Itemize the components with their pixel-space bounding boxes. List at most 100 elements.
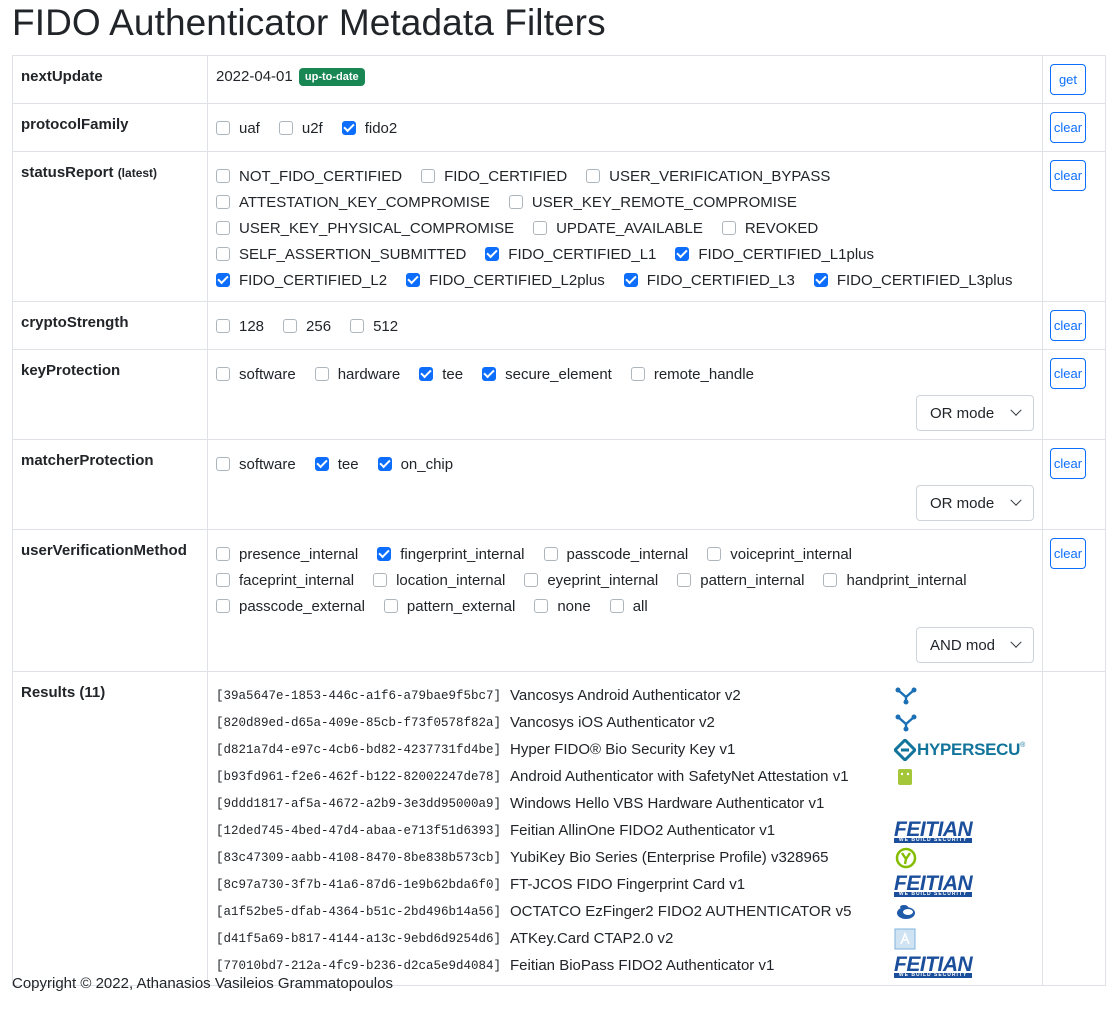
checkbox-checked[interactable] xyxy=(216,273,230,287)
result-name[interactable]: OCTATCO EzFinger2 FIDO2 AUTHENTICATOR v5 xyxy=(510,903,894,920)
checkbox-option[interactable]: USER_KEY_REMOTE_COMPROMISE xyxy=(508,194,797,211)
clear-button[interactable]: clear xyxy=(1050,448,1086,479)
checkbox-option[interactable]: handprint_internal xyxy=(823,572,967,589)
checkbox-option[interactable]: secure_element xyxy=(482,366,612,383)
checkbox-unchecked[interactable] xyxy=(216,599,230,613)
checkbox-unchecked[interactable] xyxy=(677,573,692,587)
checkbox-unchecked[interactable] xyxy=(278,121,293,135)
checkbox-option[interactable]: none xyxy=(534,598,591,615)
checkbox-checked[interactable] xyxy=(377,457,392,471)
checkbox-option[interactable]: USER_KEY_PHYSICAL_COMPROMISE xyxy=(216,220,514,237)
checkbox-checked[interactable] xyxy=(813,273,828,287)
checkbox-checked[interactable] xyxy=(377,547,392,561)
checkbox-option[interactable]: remote_handle xyxy=(630,366,754,383)
result-name[interactable]: FT-JCOS FIDO Fingerprint Card v1 xyxy=(510,876,894,893)
checkbox-unchecked[interactable] xyxy=(823,573,838,587)
checkbox-option[interactable]: pattern_internal xyxy=(677,572,804,589)
checkbox-unchecked[interactable] xyxy=(721,221,736,235)
checkbox-checked[interactable] xyxy=(485,247,500,261)
checkbox-option[interactable]: SELF_ASSERTION_SUBMITTED xyxy=(216,246,466,263)
result-name[interactable]: YubiKey Bio Series (Enterprise Profile) … xyxy=(510,849,894,866)
checkbox-unchecked[interactable] xyxy=(586,169,601,183)
checkbox-unchecked[interactable] xyxy=(533,221,548,235)
result-name[interactable]: Hyper FIDO® Bio Security Key v1 xyxy=(510,741,894,758)
checkbox-checked[interactable] xyxy=(623,273,638,287)
checkbox-option[interactable]: FIDO_CERTIFIED_L1plus xyxy=(675,246,874,263)
mode-select[interactable]: AND mod xyxy=(916,627,1034,663)
checkbox-unchecked[interactable] xyxy=(630,367,645,381)
checkbox-unchecked[interactable] xyxy=(421,169,436,183)
checkbox-option[interactable]: 256 xyxy=(283,318,331,335)
checkbox-option[interactable]: FIDO_CERTIFIED_L3plus xyxy=(813,272,1012,289)
checkbox-option[interactable]: eyeprint_internal xyxy=(524,572,658,589)
checkbox-unchecked[interactable] xyxy=(216,319,230,333)
checkbox-unchecked[interactable] xyxy=(314,367,329,381)
checkbox-option[interactable]: all xyxy=(609,598,648,615)
get-button[interactable]: get xyxy=(1050,64,1086,95)
checkbox-option[interactable]: hardware xyxy=(314,366,400,383)
checkbox-unchecked[interactable] xyxy=(383,599,398,613)
checkbox-option[interactable]: passcode_external xyxy=(216,598,365,615)
checkbox-option[interactable]: FIDO_CERTIFIED_L1 xyxy=(485,246,656,263)
checkbox-option[interactable]: FIDO_CERTIFIED_L2 xyxy=(216,272,387,289)
result-name[interactable]: ATKey.Card CTAP2.0 v2 xyxy=(510,930,894,947)
checkbox-option[interactable]: on_chip xyxy=(377,456,453,473)
checkbox-unchecked[interactable] xyxy=(283,319,298,333)
checkbox-option[interactable]: ATTESTATION_KEY_COMPROMISE xyxy=(216,194,490,211)
checkbox-unchecked[interactable] xyxy=(216,367,230,381)
checkbox-unchecked[interactable] xyxy=(216,573,230,587)
checkbox-unchecked[interactable] xyxy=(216,457,230,471)
checkbox-option[interactable]: FIDO_CERTIFIED_L2plus xyxy=(406,272,605,289)
result-name[interactable]: Vancosys Android Authenticator v2 xyxy=(510,687,894,704)
result-name[interactable]: Android Authenticator with SafetyNet Att… xyxy=(510,768,894,785)
checkbox-option[interactable]: 128 xyxy=(216,318,264,335)
mode-select[interactable]: OR mode xyxy=(916,395,1034,431)
checkbox-unchecked[interactable] xyxy=(534,599,549,613)
checkbox-option[interactable]: USER_VERIFICATION_BYPASS xyxy=(586,168,830,185)
checkbox-option[interactable]: UPDATE_AVAILABLE xyxy=(533,220,703,237)
checkbox-option[interactable]: passcode_internal xyxy=(543,546,688,563)
checkbox-unchecked[interactable] xyxy=(707,547,722,561)
checkbox-unchecked[interactable] xyxy=(216,121,230,135)
checkbox-option[interactable]: faceprint_internal xyxy=(216,572,354,589)
checkbox-checked[interactable] xyxy=(675,247,690,261)
checkbox-option[interactable]: software xyxy=(216,456,296,473)
checkbox-checked[interactable] xyxy=(341,121,356,135)
checkbox-unchecked[interactable] xyxy=(543,547,558,561)
checkbox-option[interactable]: uaf xyxy=(216,120,260,137)
checkbox-option[interactable]: u2f xyxy=(278,120,323,137)
checkbox-option[interactable]: presence_internal xyxy=(216,546,358,563)
checkbox-checked[interactable] xyxy=(314,457,329,471)
checkbox-unchecked[interactable] xyxy=(508,195,523,209)
result-name[interactable]: Vancosys iOS Authenticator v2 xyxy=(510,714,894,731)
result-name[interactable]: Windows Hello VBS Hardware Authenticator… xyxy=(510,795,894,812)
checkbox-unchecked[interactable] xyxy=(216,247,230,261)
checkbox-option[interactable]: FIDO_CERTIFIED xyxy=(421,168,567,185)
checkbox-option[interactable]: tee xyxy=(314,456,359,473)
checkbox-option[interactable]: pattern_external xyxy=(383,598,515,615)
checkbox-option[interactable]: tee xyxy=(419,366,463,383)
clear-button[interactable]: clear xyxy=(1050,538,1086,569)
checkbox-unchecked[interactable] xyxy=(216,547,230,561)
checkbox-unchecked[interactable] xyxy=(216,221,230,235)
result-name[interactable]: Feitian AllinOne FIDO2 Authenticator v1 xyxy=(510,822,894,839)
checkbox-option[interactable]: location_internal xyxy=(373,572,505,589)
checkbox-option[interactable]: REVOKED xyxy=(721,220,818,237)
clear-button[interactable]: clear xyxy=(1050,112,1086,143)
checkbox-option[interactable]: FIDO_CERTIFIED_L3 xyxy=(623,272,795,289)
checkbox-option[interactable]: software xyxy=(216,366,296,383)
checkbox-option[interactable]: 512 xyxy=(350,318,398,335)
clear-button[interactable]: clear xyxy=(1050,358,1086,389)
checkbox-unchecked[interactable] xyxy=(216,195,230,209)
checkbox-unchecked[interactable] xyxy=(350,319,365,333)
checkbox-option[interactable]: fido2 xyxy=(341,120,397,137)
mode-select[interactable]: OR mode xyxy=(916,485,1034,521)
checkbox-unchecked[interactable] xyxy=(609,599,624,613)
checkbox-unchecked[interactable] xyxy=(524,573,539,587)
checkbox-option[interactable]: NOT_FIDO_CERTIFIED xyxy=(216,168,402,185)
checkbox-unchecked[interactable] xyxy=(216,169,230,183)
result-name[interactable]: Feitian BioPass FIDO2 Authenticator v1 xyxy=(510,957,894,974)
checkbox-checked[interactable] xyxy=(406,273,421,287)
clear-button[interactable]: clear xyxy=(1050,310,1086,341)
checkbox-checked[interactable] xyxy=(419,367,434,381)
